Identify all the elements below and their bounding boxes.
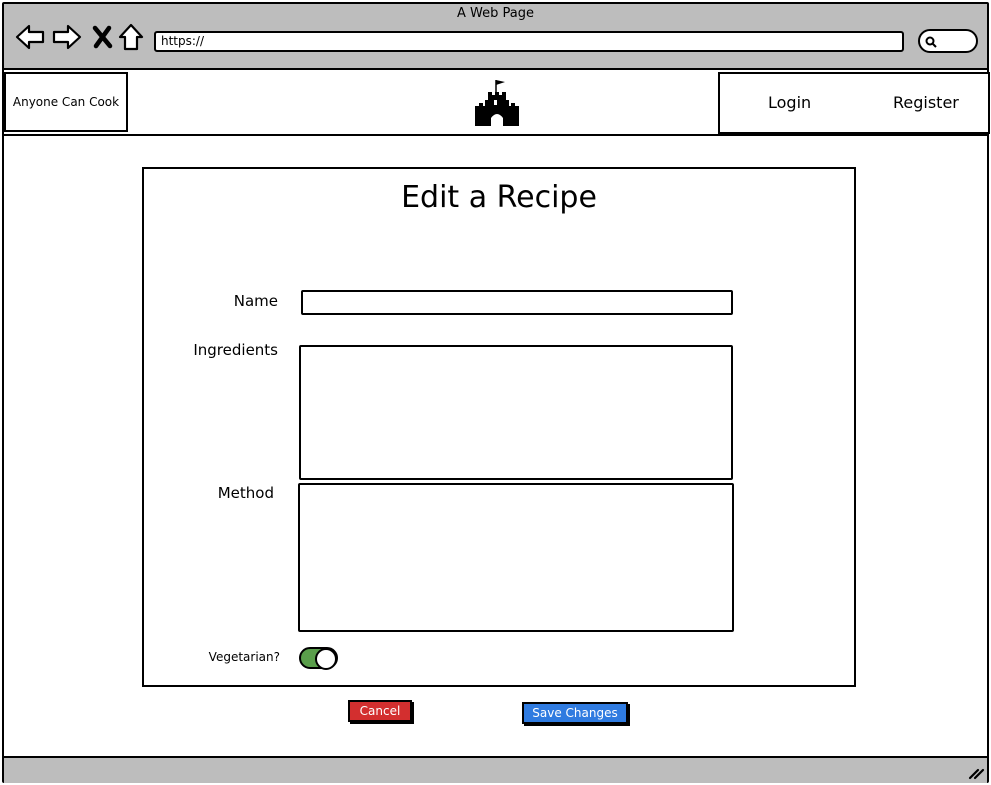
search-icon <box>925 36 937 48</box>
browser-search-input[interactable] <box>918 29 978 53</box>
ingredients-label: Ingredients <box>193 341 278 359</box>
close-x-icon[interactable] <box>88 22 118 52</box>
method-textarea[interactable] <box>298 483 734 632</box>
login-link[interactable]: Login <box>768 93 811 112</box>
back-arrow-icon[interactable] <box>15 22 45 52</box>
vegetarian-label: Vegetarian? <box>208 650 280 664</box>
register-link[interactable]: Register <box>893 93 959 112</box>
vegetarian-toggle[interactable] <box>299 647 338 670</box>
url-input[interactable]: https:// <box>154 31 904 52</box>
save-changes-button[interactable]: Save Changes <box>522 702 628 724</box>
home-icon[interactable] <box>116 22 146 52</box>
forward-arrow-icon[interactable] <box>52 22 82 52</box>
ingredients-textarea[interactable] <box>299 345 733 480</box>
browser-statusbar <box>4 756 987 783</box>
name-label: Name <box>233 292 278 310</box>
brand-logo-text[interactable]: Anyone Can Cook <box>4 72 128 132</box>
name-field[interactable] <box>301 290 733 315</box>
resize-grip-icon[interactable] <box>968 764 986 780</box>
page-title: Edit a Recipe <box>401 180 597 215</box>
method-label: Method <box>217 484 274 502</box>
toggle-knob <box>315 648 337 670</box>
window-title: A Web Page <box>457 6 534 21</box>
castle-icon <box>475 80 519 126</box>
header-bottom-line <box>4 134 987 136</box>
brand-label: Anyone Can Cook <box>12 95 120 109</box>
cancel-button[interactable]: Cancel <box>348 700 412 722</box>
